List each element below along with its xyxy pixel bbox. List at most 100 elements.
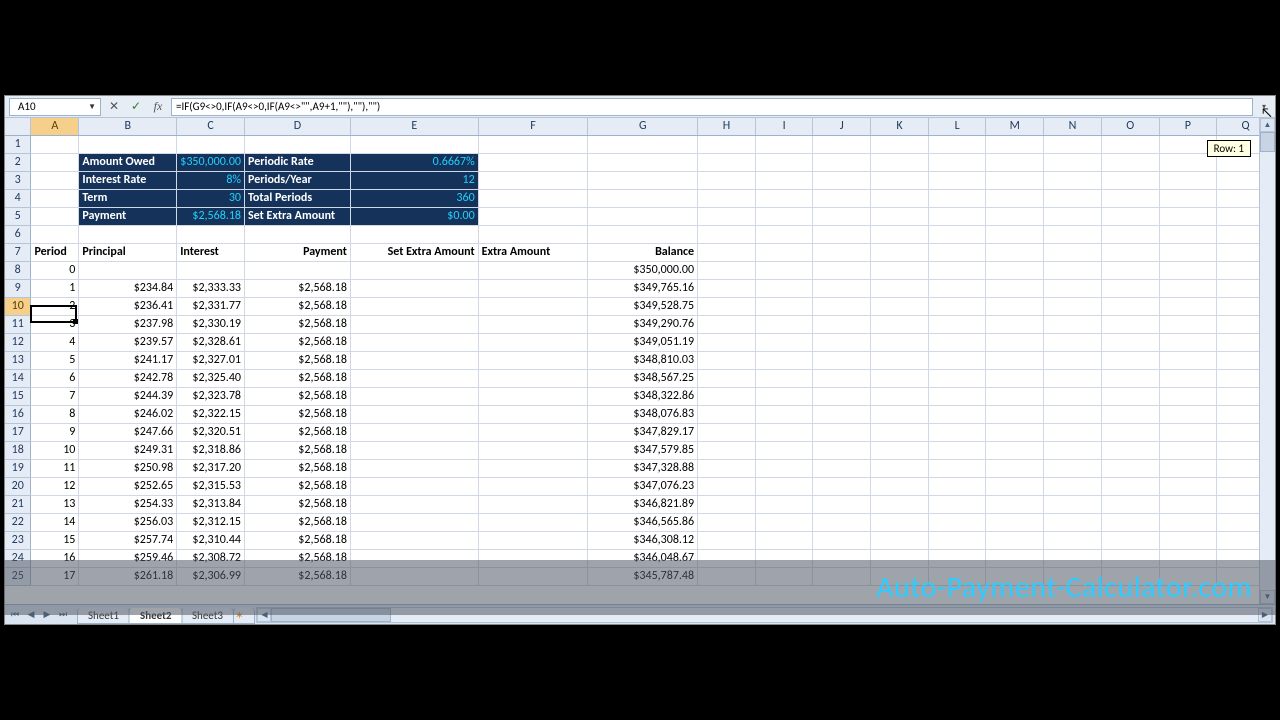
cell-O9[interactable] [1101,279,1159,297]
col-header-E[interactable]: E [350,118,478,135]
col-header-H[interactable]: H [698,118,756,135]
select-all-corner[interactable] [5,118,31,135]
cell-L13[interactable] [928,351,986,369]
cell-N6[interactable] [1044,225,1102,243]
cell-J15[interactable] [813,387,871,405]
cell-P18[interactable] [1159,441,1217,459]
cell-N24[interactable] [1044,549,1102,567]
cell-K15[interactable] [871,387,929,405]
cell-C17[interactable]: $2,320.51 [177,423,245,441]
cell-H22[interactable] [698,513,756,531]
hdr-period[interactable]: Period [31,243,79,261]
cell-E10[interactable] [350,297,478,315]
cell-B12[interactable]: $239.57 [79,333,177,351]
cell-P7[interactable] [1159,243,1217,261]
summary-value-r4-2[interactable]: 360 [350,189,478,207]
sheet-tab-sheet3[interactable]: Sheet3 [181,608,234,624]
cell-K18[interactable] [871,441,929,459]
cell-O16[interactable] [1101,405,1159,423]
cell-L10[interactable] [928,297,986,315]
cell-E18[interactable] [350,441,478,459]
cell-O24[interactable] [1101,549,1159,567]
cell-B19[interactable]: $250.98 [79,459,177,477]
cell-M11[interactable] [986,315,1044,333]
tab-nav-last-icon[interactable]: ⏭ [55,607,71,623]
cell-I23[interactable] [755,531,813,549]
cell-M12[interactable] [986,333,1044,351]
cell-G2[interactable] [588,153,698,171]
cell-K16[interactable] [871,405,929,423]
cell-J10[interactable] [813,297,871,315]
cell-E8[interactable] [350,261,478,279]
col-header-I[interactable]: I [755,118,813,135]
cell-P15[interactable] [1159,387,1217,405]
row-header-21[interactable]: 21 [5,495,31,513]
cell-A20[interactable]: 12 [31,477,79,495]
cell-N19[interactable] [1044,459,1102,477]
cell-M2[interactable] [986,153,1044,171]
cell-H4[interactable] [698,189,756,207]
cell-J1[interactable] [813,135,871,153]
cell-H16[interactable] [698,405,756,423]
summary-label-r2-2[interactable]: Periodic Rate [245,153,351,171]
cell-G21[interactable]: $346,821.89 [588,495,698,513]
cell-K25[interactable] [871,567,929,585]
cell-B22[interactable]: $256.03 [79,513,177,531]
cell-G15[interactable]: $348,322.86 [588,387,698,405]
row-header-1[interactable]: 1 [5,135,31,153]
cell-A6[interactable] [31,225,79,243]
summary-label-r5-2[interactable]: Set Extra Amount [245,207,351,225]
cell-P11[interactable] [1159,315,1217,333]
cell-K20[interactable] [871,477,929,495]
cell-P21[interactable] [1159,495,1217,513]
cell-C23[interactable]: $2,310.44 [177,531,245,549]
cell-K17[interactable] [871,423,929,441]
cell-J19[interactable] [813,459,871,477]
cell-O5[interactable] [1101,207,1159,225]
cell-I2[interactable] [755,153,813,171]
cell-N9[interactable] [1044,279,1102,297]
cell-O22[interactable] [1101,513,1159,531]
cell-O20[interactable] [1101,477,1159,495]
cell-E20[interactable] [350,477,478,495]
summary-value-r3-2[interactable]: 12 [350,171,478,189]
cell-H10[interactable] [698,297,756,315]
cell-B24[interactable]: $259.46 [79,549,177,567]
cell-I24[interactable] [755,549,813,567]
cell-K9[interactable] [871,279,929,297]
summary-value-r2-2[interactable]: 0.6667% [350,153,478,171]
col-header-O[interactable]: O [1101,118,1159,135]
row-header-4[interactable]: 4 [5,189,31,207]
cell-P16[interactable] [1159,405,1217,423]
cell-D14[interactable]: $2,568.18 [245,369,351,387]
cell-H23[interactable] [698,531,756,549]
row-header-20[interactable]: 20 [5,477,31,495]
cell-C21[interactable]: $2,313.84 [177,495,245,513]
cell-P19[interactable] [1159,459,1217,477]
summary-label-r4-2[interactable]: Total Periods [245,189,351,207]
cell-O3[interactable] [1101,171,1159,189]
cell-I17[interactable] [755,423,813,441]
cell-C12[interactable]: $2,328.61 [177,333,245,351]
cell-H24[interactable] [698,549,756,567]
row-header-16[interactable]: 16 [5,405,31,423]
cell-D15[interactable]: $2,568.18 [245,387,351,405]
col-header-A[interactable]: A [31,118,79,135]
cell-F21[interactable] [478,495,588,513]
cell-C9[interactable]: $2,333.33 [177,279,245,297]
cell-I12[interactable] [755,333,813,351]
cell-P6[interactable] [1159,225,1217,243]
col-header-F[interactable]: F [478,118,588,135]
cell-K12[interactable] [871,333,929,351]
cell-O23[interactable] [1101,531,1159,549]
cell-I14[interactable] [755,369,813,387]
cell-M21[interactable] [986,495,1044,513]
cell-D8[interactable] [245,261,351,279]
cell-M5[interactable] [986,207,1044,225]
cell-L8[interactable] [928,261,986,279]
accept-formula-icon[interactable]: ✓ [127,98,145,116]
cell-L18[interactable] [928,441,986,459]
cell-N20[interactable] [1044,477,1102,495]
cell-F16[interactable] [478,405,588,423]
cell-J4[interactable] [813,189,871,207]
